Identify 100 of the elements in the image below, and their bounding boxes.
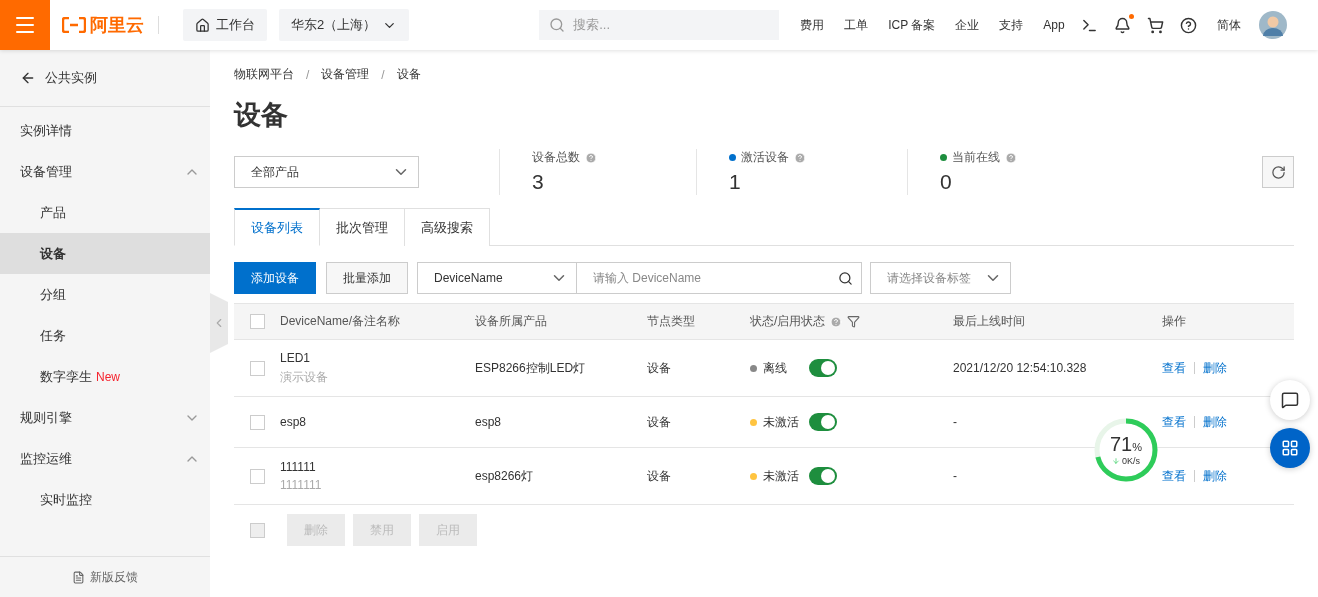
table-cell-text: esp8266灯 xyxy=(475,467,535,485)
refresh-icon xyxy=(1270,164,1286,180)
status-text: 未激活 xyxy=(763,413,799,431)
tag-select[interactable]: 请选择设备标签 xyxy=(870,262,1011,294)
table-cell-text: ESP8266控制LED灯 xyxy=(475,359,587,377)
page-title: 设备 xyxy=(234,99,289,132)
feedback-link[interactable]: 新版反馈 xyxy=(0,556,210,597)
back-link[interactable]: 公共实例 xyxy=(0,50,210,107)
column-header: DeviceName/备注名称 xyxy=(280,313,402,330)
action-link[interactable]: 删除 xyxy=(1203,359,1227,377)
column-header: 设备所属产品 xyxy=(475,313,548,330)
checkbox[interactable] xyxy=(250,360,265,376)
help-icon xyxy=(585,151,597,164)
batch-add-button[interactable]: 批量添加 xyxy=(326,262,408,294)
action-link[interactable]: 删除 xyxy=(1203,413,1227,431)
home-icon xyxy=(195,17,210,33)
avatar[interactable] xyxy=(1258,11,1287,39)
chat-button[interactable] xyxy=(1270,380,1310,420)
checkbox[interactable] xyxy=(250,314,265,329)
chat-icon xyxy=(1281,391,1299,409)
table-cell-text: - xyxy=(953,469,958,483)
breadcrumb-link[interactable]: 设备 xyxy=(396,66,421,83)
toggle-switch[interactable] xyxy=(809,359,837,377)
sidebar-item[interactable]: 设备 xyxy=(0,233,210,274)
menu-button[interactable] xyxy=(0,0,50,50)
column-header: 最后上线时间 xyxy=(953,313,1026,330)
language-link[interactable]: 简体 xyxy=(1216,16,1241,34)
status-text: 未激活 xyxy=(763,467,799,485)
speed-text: 0K/s xyxy=(1122,456,1140,466)
cart-icon[interactable] xyxy=(1146,16,1164,34)
breadcrumb-separator: / xyxy=(381,67,385,82)
sidebar-item[interactable]: 实时监控 xyxy=(0,479,210,520)
filter-icon[interactable] xyxy=(847,315,861,328)
sidebar-item[interactable]: 任务 xyxy=(0,315,210,356)
help-icon xyxy=(830,315,843,328)
new-label: New xyxy=(96,369,120,384)
stat-label: 当前在线 xyxy=(952,149,1000,166)
nav-link[interactable]: 企业 xyxy=(955,16,980,34)
toggle-switch[interactable] xyxy=(809,413,837,431)
breadcrumb-link[interactable]: 物联网平台 xyxy=(234,66,294,83)
breadcrumb-separator: / xyxy=(306,67,310,82)
workbench-button[interactable]: 工作台 xyxy=(183,9,267,41)
nav-link[interactable]: ICP 备案 xyxy=(888,16,936,34)
sidebar-item[interactable]: 设备管理 xyxy=(0,151,210,192)
column-header: 操作 xyxy=(1162,313,1187,330)
stat-label: 激活设备 xyxy=(741,149,789,166)
status-text: 离线 xyxy=(763,359,787,377)
table-cell-text: esp8 xyxy=(475,415,503,429)
sidebar-item[interactable]: 规则引擎 xyxy=(0,397,210,438)
region-select[interactable]: 华东2（上海） xyxy=(279,9,410,41)
toggle-switch[interactable] xyxy=(809,467,837,485)
product-select[interactable]: 全部产品 xyxy=(234,156,419,188)
table-cell-text: 设备 xyxy=(647,467,672,485)
sidebar-item[interactable]: 分组 xyxy=(0,274,210,315)
tab[interactable]: 批次管理 xyxy=(320,208,405,246)
document-icon xyxy=(72,570,85,584)
tab[interactable]: 设备列表 xyxy=(234,208,320,246)
nav-link[interactable]: App xyxy=(1043,18,1065,32)
nav-link[interactable]: 工单 xyxy=(844,16,869,34)
down-arrow-icon xyxy=(1112,457,1120,465)
sidebar-item[interactable]: 数字孪生 New xyxy=(0,356,210,397)
action-link[interactable]: 删除 xyxy=(1203,467,1227,485)
search-icon xyxy=(838,270,853,286)
device-name: esp8 xyxy=(280,415,308,429)
breadcrumb-link[interactable]: 设备管理 xyxy=(321,66,370,83)
apps-button[interactable] xyxy=(1270,428,1310,468)
checkbox[interactable] xyxy=(250,468,265,484)
sidebar-item[interactable]: 产品 xyxy=(0,192,210,233)
search-icon xyxy=(549,17,566,33)
percent-text: 71% xyxy=(1110,434,1142,454)
device-note: 1111111 xyxy=(280,478,323,492)
stat-value: 0 xyxy=(940,170,953,194)
table-cell-text: 2021/12/20 12:54:10.328 xyxy=(953,361,1088,375)
bell-icon[interactable] xyxy=(1113,16,1131,34)
checkbox[interactable] xyxy=(250,414,265,430)
grid-icon xyxy=(1281,439,1299,457)
add-device-button[interactable]: 添加设备 xyxy=(234,262,316,294)
action-link[interactable]: 查看 xyxy=(1162,413,1186,431)
device-name: 111111 xyxy=(280,460,317,474)
action-link[interactable]: 查看 xyxy=(1162,467,1186,485)
action-link[interactable]: 查看 xyxy=(1162,359,1186,377)
stat-value: 1 xyxy=(729,170,742,194)
filter-field-select[interactable]: DeviceName xyxy=(417,262,577,294)
sidebar-item[interactable]: 监控运维 xyxy=(0,438,210,479)
sidebar-item[interactable]: 实例详情 xyxy=(0,110,210,151)
table-cell-text: 设备 xyxy=(647,413,672,431)
logo: 阿里云 xyxy=(62,15,144,35)
help-icon[interactable] xyxy=(1179,16,1197,34)
tab[interactable]: 高级搜索 xyxy=(405,208,490,246)
help-icon xyxy=(1005,151,1017,164)
refresh-button[interactable] xyxy=(1262,156,1294,188)
table-cell-text: 设备 xyxy=(647,359,672,377)
checkbox[interactable] xyxy=(250,522,265,538)
table-cell-text: - xyxy=(953,415,958,429)
help-icon xyxy=(794,151,806,164)
device-search-field[interactable]: 请输入 DeviceName xyxy=(577,262,862,294)
device-note: 演示设备 xyxy=(280,368,329,386)
nav-link[interactable]: 费用 xyxy=(800,16,825,34)
nav-link[interactable]: 支持 xyxy=(999,16,1024,34)
column-header: 节点类型 xyxy=(647,313,696,330)
